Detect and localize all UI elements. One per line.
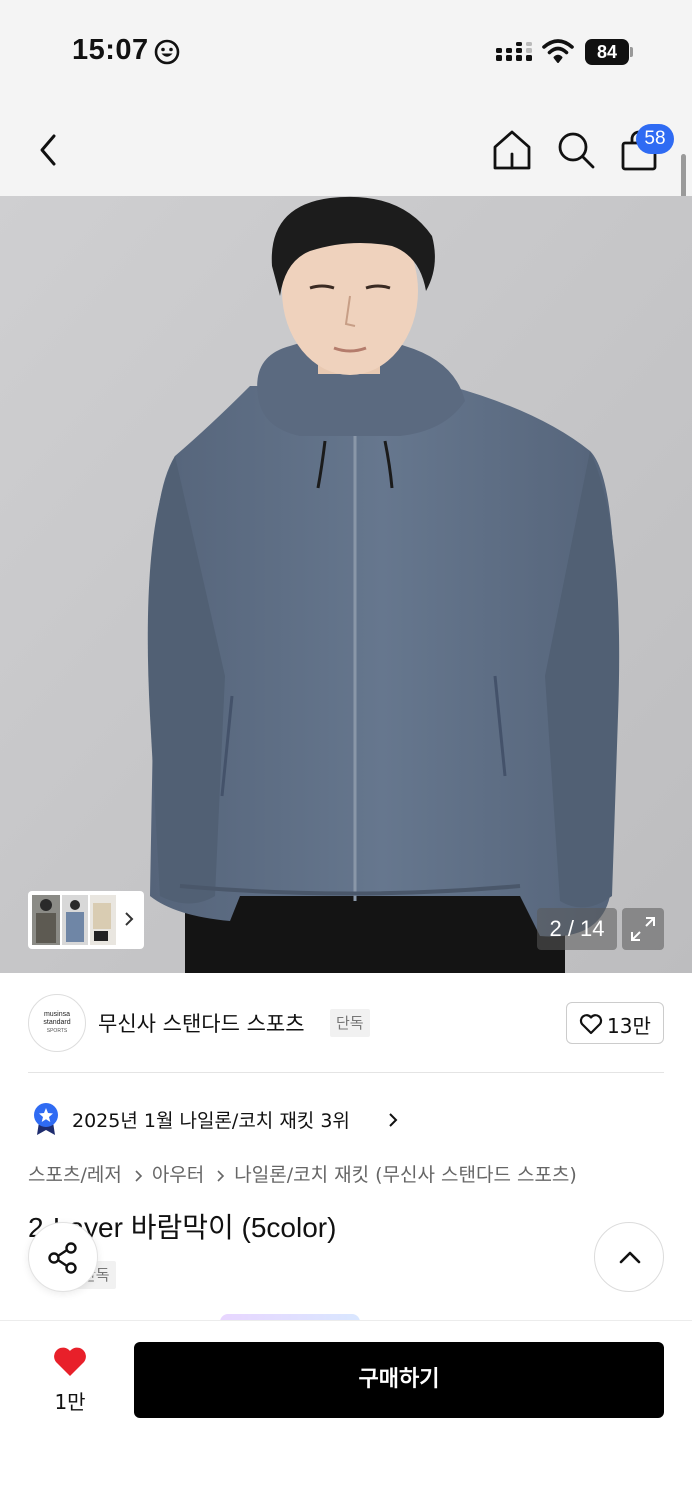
brand-like-count: 13만 [607,1014,651,1038]
chevron-right-icon [135,1169,142,1182]
brand-like-button[interactable]: 13만 [566,1002,664,1044]
battery-level: 84 [585,39,629,65]
award-badge-icon [34,1103,58,1135]
buy-button[interactable]: 구매하기 [134,1342,664,1418]
chevron-right-icon [389,1113,398,1127]
color-thumbnail-strip[interactable] [28,891,144,949]
status-time: 15:07 [72,34,149,66]
scroll-to-top-button[interactable] [594,1222,664,1292]
chevron-up-icon [619,1251,641,1264]
chevron-right-icon [217,1169,225,1182]
search-icon[interactable] [556,130,596,170]
product-image[interactable] [0,196,692,973]
chevron-right-icon [125,912,134,926]
battery-icon: 84 [585,39,633,65]
ranking-link[interactable]: 2025년 1월 나일론/코치 재킷 3위 [72,1106,350,1133]
thumbnail-1 [32,895,60,945]
breadcrumb-item-category[interactable]: 나일론/코치 재킷 (무신사 스탠다드 스포츠) [234,1164,577,1186]
thumbnail-2 [62,895,88,945]
expand-icon [631,917,655,941]
brand-logo-line1: musinsa [43,1011,71,1018]
exclusive-tag: 단독 [330,1009,370,1037]
home-icon[interactable] [492,128,532,172]
status-bar: 15:07 84 [0,0,692,96]
brand-logo-line2: standard [43,1019,71,1026]
expand-button[interactable] [622,908,664,950]
brand-logo[interactable]: musinsa standard SPORTS [28,994,86,1052]
thumbnail-3 [90,895,116,945]
signal-icon [496,42,532,61]
product-page: 15:07 84 58 2 / 14 musinsa standard SPOR… [0,0,692,1500]
divider [28,1072,664,1073]
breadcrumb: 스포츠/레저 아우터 나일론/코치 재킷 (무신사 스탠다드 스포츠) [28,1160,577,1187]
brand-logo-line3: SPORTS [46,1028,68,1034]
share-icon [48,1242,77,1274]
smiley-icon [154,39,180,65]
brand-name[interactable]: 무신사 스탠다드 스포츠 [98,1008,305,1038]
cart-count-badge: 58 [636,124,674,154]
back-icon[interactable] [32,130,64,170]
wifi-icon [542,39,574,63]
breadcrumb-item-outer[interactable]: 아우터 [152,1164,204,1186]
breadcrumb-item-sports[interactable]: 스포츠/레저 [28,1164,122,1186]
image-counter: 2 / 14 [537,908,617,950]
wish-count: 1만 [54,1390,86,1414]
heart-outline-icon [579,1014,603,1035]
share-button[interactable] [28,1222,98,1292]
heart-filled-icon[interactable] [52,1346,88,1378]
model-photo [0,196,692,973]
